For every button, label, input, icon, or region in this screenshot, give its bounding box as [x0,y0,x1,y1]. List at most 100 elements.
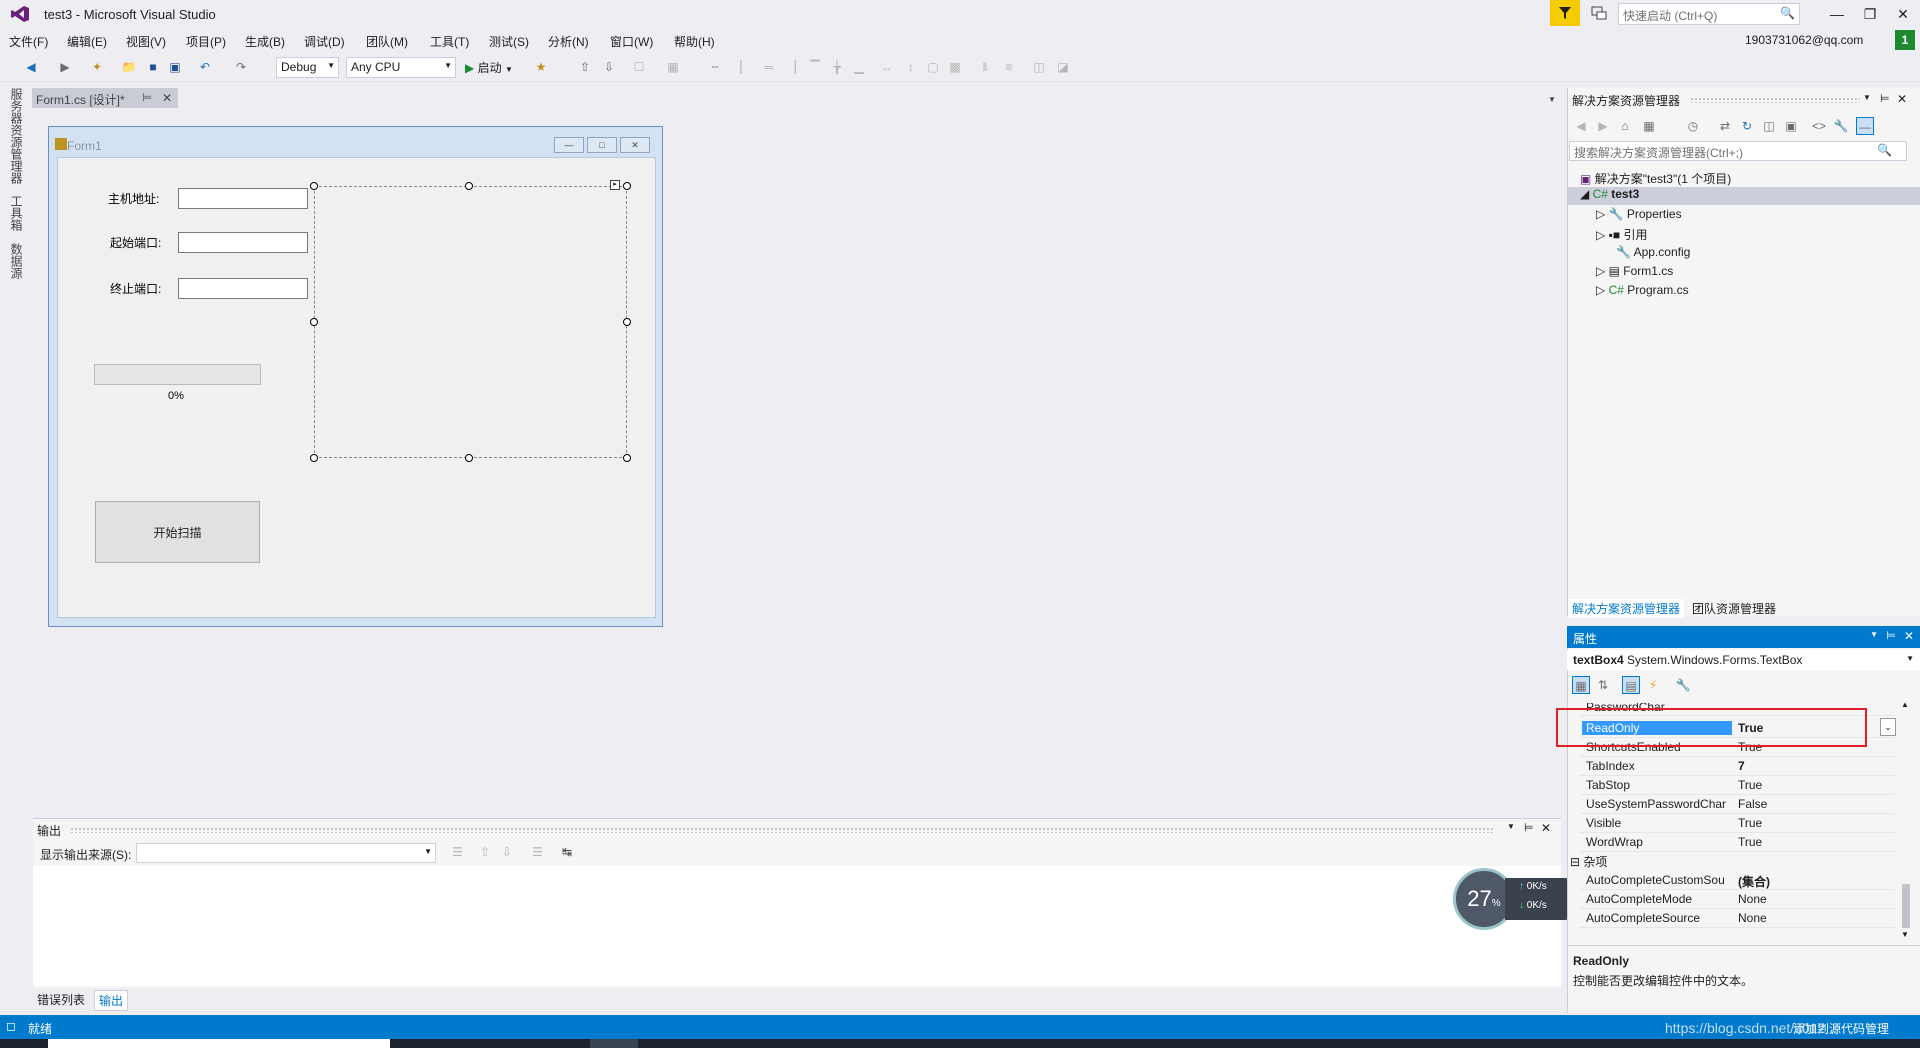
close-icon[interactable]: ✕ [1897,92,1907,106]
redo-icon[interactable]: ↷ [232,58,250,76]
host-textbox[interactable] [178,188,308,209]
view-code-icon[interactable]: <> [1810,117,1828,135]
tab-error-list[interactable]: 错误列表 [33,990,89,1009]
close-icon[interactable]: ✕ [162,91,172,105]
tab-solution-explorer[interactable]: 解决方案资源管理器 [1568,599,1685,618]
align-mid-v-icon[interactable]: ╆ [828,58,846,76]
platform-select[interactable]: Any CPU ▼ [346,57,456,78]
prop-row-autocompletesource[interactable]: AutoCompleteSource None [1580,909,1895,928]
start-port-textbox[interactable] [178,232,308,253]
feedback-icon[interactable] [1590,4,1610,22]
properties-wrench-icon[interactable]: 🔧 [1832,117,1850,135]
resize-handle[interactable] [623,454,631,462]
pin-icon[interactable]: ⊨ [142,91,152,104]
menu-team[interactable]: 团队(M) [366,33,408,50]
menu-test[interactable]: 测试(S) [489,33,529,50]
grid-align-icon[interactable]: ▦ [664,58,682,76]
tree-item-program[interactable]: ▷ C# Program.cs [1596,283,1689,297]
solution-config-select[interactable]: Debug ▼ [276,57,339,78]
v-spacing-icon[interactable]: ≡ [1000,58,1018,76]
resize-handle[interactable] [623,182,631,190]
new-project-icon[interactable]: ✦ [88,58,106,76]
tab-server-explorer[interactable]: 服务器资源管理器 [8,88,25,184]
tree-item-properties[interactable]: ▷ 🔧 Properties [1596,207,1682,221]
home-icon[interactable]: ⌂ [1616,117,1634,135]
smart-tag-icon[interactable]: ▸ [610,180,620,190]
properties-view-icon[interactable]: ▤ [1622,676,1640,694]
panel-grip[interactable] [1690,97,1860,103]
deploy-icon[interactable]: ⇩ [600,58,618,76]
find-message-icon[interactable]: ☰ [452,845,463,859]
start-scan-button[interactable]: 开始扫描 [95,501,260,563]
same-width-icon[interactable]: ↔ [878,58,896,76]
sync-icon[interactable]: ⇄ [1716,117,1734,135]
tree-item-app-config[interactable]: 🔧 App.config [1616,245,1690,259]
resize-handle[interactable] [310,182,318,190]
size-to-grid-icon[interactable]: ▩ [946,58,964,76]
resize-handle[interactable] [465,182,473,190]
tree-solution[interactable]: ▣ 解决方案"test3"(1 个项目) [1580,170,1731,187]
word-wrap-icon[interactable]: ↹ [562,845,572,859]
tab-output[interactable]: 输出 [94,990,129,1011]
properties-scrollbar[interactable]: ▲ ▼ [1901,700,1911,940]
align-center-icon[interactable]: ╍ [706,58,724,76]
resize-handle[interactable] [310,318,318,326]
start-button[interactable]: ▶ 启动 ▼ [465,59,513,76]
forward-icon[interactable]: ▶ [56,58,74,76]
prop-row-tabstop[interactable]: TabStop True [1580,776,1895,795]
categorized-icon[interactable]: ▦ [1572,676,1590,694]
network-speed-widget[interactable]: 27% ↑ 0K/s ↓ 0K/s [1453,868,1571,930]
menu-build[interactable]: 生成(B) [245,33,285,50]
open-file-icon[interactable]: 📁 [120,58,138,76]
menu-analyze[interactable]: 分析(N) [548,33,589,50]
tab-data-sources[interactable]: 数据源 [8,243,25,279]
notification-badge[interactable]: 1 [1895,30,1915,50]
find-icon[interactable]: ★ [532,58,550,76]
next-message-icon[interactable]: ⇩ [502,845,512,859]
undo-icon[interactable]: ↶ [196,58,214,76]
back-icon[interactable]: ◀ [1572,117,1590,135]
prop-row-tabindex[interactable]: TabIndex 7 [1580,757,1895,776]
menu-debug[interactable]: 调试(D) [304,33,345,50]
align-right-icon[interactable]: ▕ [782,58,800,76]
h-spacing-icon[interactable]: ‖ [976,58,994,76]
prev-message-icon[interactable]: ⇧ [480,845,490,859]
alphabetical-icon[interactable]: ⇅ [1594,676,1612,694]
menu-help[interactable]: 帮助(H) [674,33,715,50]
same-height-icon[interactable]: ↕ [902,58,920,76]
tab-team-explorer[interactable]: 团队资源管理器 [1688,599,1780,618]
align-middle-icon[interactable]: ═ [760,58,778,76]
align-bottom-icon[interactable]: ▁ [850,58,868,76]
resize-handle[interactable] [623,318,631,326]
pin-icon[interactable]: ⊨ [1886,629,1896,642]
panel-menu-icon[interactable]: ▼ [1863,93,1871,102]
forward-icon[interactable]: ▶ [1594,117,1612,135]
menu-project[interactable]: 项目(P) [186,33,226,50]
back-icon[interactable]: ◀ [22,58,40,76]
menu-window[interactable]: 窗口(W) [610,33,653,50]
show-all-files-icon[interactable]: ▣ [1782,117,1800,135]
prop-row-usesystempasswordchar[interactable]: UseSystemPasswordChar False [1580,795,1895,814]
clear-all-icon[interactable]: ☰ [532,845,543,859]
menu-tools[interactable]: 工具(T) [430,33,469,50]
prop-category-misc[interactable]: ⊟ 杂项 [1570,853,1607,870]
switch-views-icon[interactable]: ▦ [1640,117,1658,135]
tab-form1-designer[interactable]: Form1.cs [设计]* ⊨ ✕ [32,88,178,108]
tab-overflow-icon[interactable]: ▼ [1548,95,1556,104]
collapse-all-icon[interactable]: ◫ [1760,117,1778,135]
restore-button[interactable]: ❐ [1855,3,1885,25]
save-all-icon[interactable]: ▣ [166,58,184,76]
align-left-icon[interactable]: ▏ [736,58,754,76]
close-icon[interactable]: ✕ [1541,821,1551,835]
save-icon[interactable]: ■ [144,58,162,76]
resize-handle[interactable] [310,454,318,462]
minimize-button[interactable]: — [1822,3,1852,25]
close-icon[interactable]: ✕ [1904,629,1914,643]
menu-edit[interactable]: 编辑(E) [67,33,107,50]
output-source-select[interactable]: ▼ [136,843,436,863]
send-back-icon[interactable]: ◪ [1054,58,1072,76]
pending-changes-icon[interactable]: ◷ [1684,117,1702,135]
tree-project[interactable]: ◢ C# test3 [1568,187,1920,205]
panel-grip[interactable] [70,827,1495,833]
result-textbox-selected[interactable] [314,186,627,458]
